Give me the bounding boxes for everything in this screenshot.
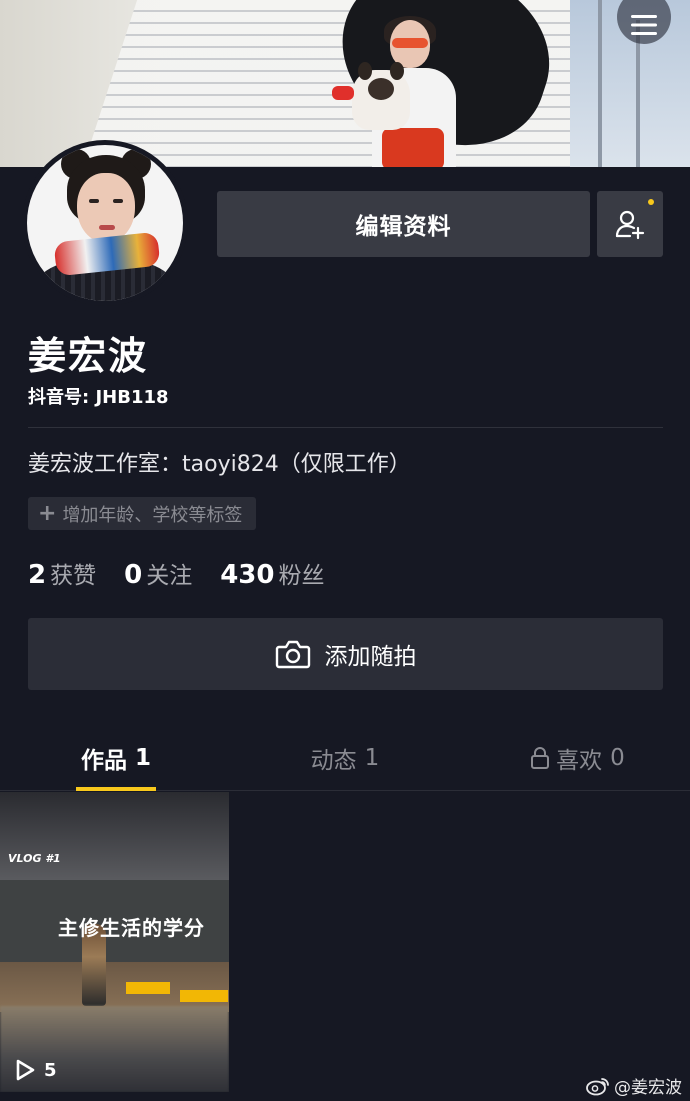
stat-value: 0 [124, 560, 143, 590]
add-friend-icon [615, 210, 645, 240]
video-thumbnail[interactable]: VLOG #1 主修生活的学分 5 [0, 792, 229, 1092]
stat-likes[interactable]: 2 获赞 [28, 556, 96, 590]
lock-icon [531, 747, 550, 769]
tab-label: 喜欢 [556, 748, 603, 774]
stat-label: 粉丝 [278, 563, 325, 589]
tab-activity[interactable]: 动态 1 [300, 725, 390, 791]
active-tab-indicator [76, 787, 156, 791]
weibo-logo-icon [586, 1077, 609, 1095]
add-tag-button[interactable]: + 增加年龄、学校等标签 [28, 497, 257, 530]
stat-following[interactable]: 0 关注 [124, 556, 192, 590]
weibo-watermark: @姜宏波 [586, 1073, 682, 1098]
tab-count: 0 [610, 745, 625, 771]
profile-avatar[interactable] [22, 140, 188, 306]
thumbnail-ceiling [0, 792, 229, 882]
play-count-value: 5 [44, 1059, 57, 1081]
edit-profile-button[interactable]: 编辑资料 [217, 191, 590, 257]
watermark-text: @姜宏波 [614, 1078, 682, 1098]
stat-value: 430 [220, 560, 275, 590]
play-icon [16, 1059, 35, 1081]
divider [28, 427, 663, 428]
profile-bio: 姜宏波工作室：taoyi824（仅限工作） [28, 452, 411, 477]
thumbnail-desk [180, 990, 228, 1002]
camera-icon [275, 640, 310, 669]
profile-name: 姜宏波 [28, 334, 149, 378]
profile-stats: 2 获赞 0 关注 430 粉丝 [28, 556, 324, 590]
plus-icon: + [38, 500, 57, 526]
stat-value: 2 [28, 560, 47, 590]
tab-label: 作品 [80, 748, 127, 774]
add-snapshot-button[interactable]: 添加随拍 [28, 618, 663, 690]
tab-label: 动态 [310, 748, 357, 774]
cover-railing [598, 0, 602, 167]
tab-count: 1 [364, 745, 380, 771]
add-friend-button[interactable] [597, 191, 663, 257]
add-snapshot-label: 添加随拍 [324, 644, 417, 670]
tab-count: 1 [134, 745, 151, 771]
add-tag-label: 增加年龄、学校等标签 [62, 504, 243, 526]
play-count: 5 [14, 1058, 57, 1082]
tab-works[interactable]: 作品 1 [76, 725, 156, 791]
stat-label: 获赞 [50, 563, 97, 589]
video-board-text: 主修生活的学分 [58, 916, 205, 940]
thumbnail-desk [126, 982, 170, 994]
stat-label: 关注 [146, 563, 193, 589]
cover-dog [332, 62, 410, 130]
content-tabs: 作品 1 动态 1 喜欢 0 [0, 725, 690, 791]
video-overlay-tag: VLOG #1 [8, 852, 61, 865]
thumbnail-floor [0, 962, 229, 1012]
stat-followers[interactable]: 430 粉丝 [220, 556, 324, 590]
tab-likes[interactable]: 喜欢 0 [520, 725, 635, 791]
hamburger-menu-icon [631, 15, 657, 35]
douyin-id: 抖音号: JHB118 [28, 387, 169, 408]
notification-dot [648, 199, 654, 205]
